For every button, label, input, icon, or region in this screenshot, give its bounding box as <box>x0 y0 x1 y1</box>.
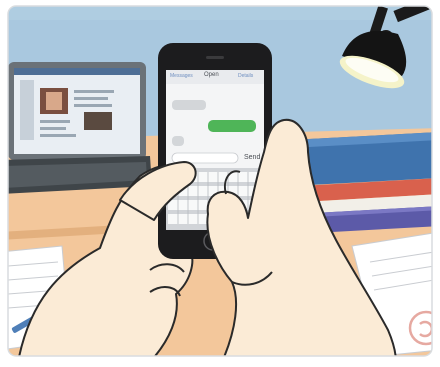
phone-header-left[interactable]: Messages <box>170 73 193 79</box>
phone-header-title: Open <box>204 72 219 78</box>
received-bubble <box>172 100 206 110</box>
phone-header-right[interactable]: Details <box>238 73 253 79</box>
wall-shade <box>8 6 432 20</box>
received-bubble <box>172 136 184 146</box>
illustration-canvas <box>7 5 433 357</box>
laptop-icon <box>8 62 152 194</box>
sent-bubble <box>208 120 256 132</box>
illustration-scene: Messages Open Details Send <box>0 0 440 362</box>
send-button[interactable]: Send <box>244 154 260 161</box>
